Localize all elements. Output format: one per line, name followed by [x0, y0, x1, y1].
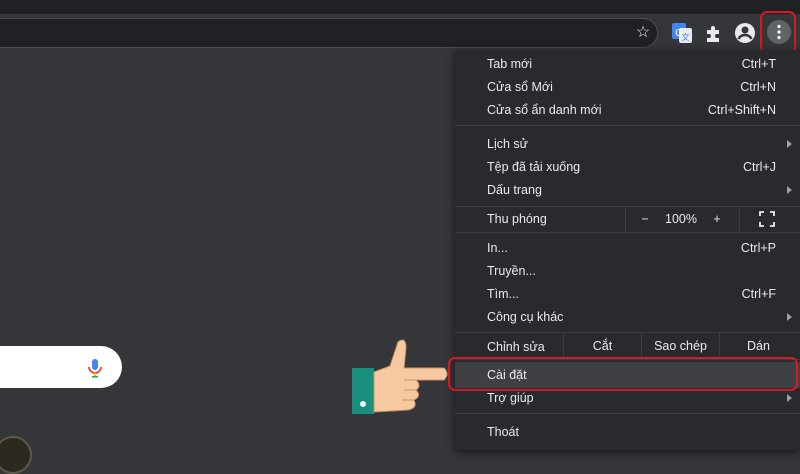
fullscreen-icon[interactable]: [759, 211, 775, 227]
zoom-label: Thu phóng: [487, 212, 547, 226]
submenu-arrow-icon: [787, 394, 792, 402]
edit-label: Chỉnh sửa: [487, 340, 545, 354]
profile-icon[interactable]: [734, 22, 756, 44]
menu-item-label: Trợ giúp: [487, 391, 534, 405]
zoom-divider: [739, 206, 740, 232]
menu-item-label: Cửa sổ Mới: [487, 80, 553, 94]
menu-item-new-tab[interactable]: Tab mới Ctrl+T: [455, 52, 800, 76]
menu-item-label: Công cụ khác: [487, 310, 564, 324]
menu-item-label: Lịch sử: [487, 137, 529, 151]
copy-button[interactable]: Sao chép: [642, 339, 719, 353]
menu-item-label: Truyền...: [487, 264, 536, 278]
submenu-arrow-icon: [787, 313, 792, 321]
menu-item-help[interactable]: Trợ giúp: [455, 386, 800, 410]
menu-item-new-window[interactable]: Cửa sổ Mới Ctrl+N: [455, 75, 800, 99]
menu-divider: [455, 413, 800, 414]
menu-item-shortcut: Ctrl+P: [740, 241, 776, 255]
zoom-out-button[interactable]: −: [635, 212, 655, 226]
menu-item-label: Tab mới: [487, 57, 533, 71]
menu-item-bookmarks[interactable]: Dấu trang: [455, 178, 800, 202]
avatar[interactable]: [0, 436, 32, 474]
submenu-arrow-icon: [787, 186, 792, 194]
translate-icon[interactable]: G 文: [671, 22, 693, 44]
menu-item-label: Cài đặt: [487, 368, 527, 382]
star-icon[interactable]: ☆: [634, 24, 652, 42]
menu-item-shortcut: Ctrl+J: [743, 160, 776, 174]
menu-item-shortcut: Ctrl+F: [741, 287, 776, 301]
menu-item-cast[interactable]: Truyền...: [455, 259, 800, 283]
window-top-strip: [0, 0, 800, 14]
mic-icon[interactable]: [86, 358, 104, 378]
cut-button[interactable]: Cắt: [564, 339, 641, 353]
menu-item-settings[interactable]: Cài đặt: [455, 362, 800, 388]
submenu-arrow-icon: [787, 140, 792, 148]
pointing-hand-icon: [352, 339, 448, 414]
menu-item-find[interactable]: Tìm... Ctrl+F: [455, 282, 800, 306]
zoom-in-button[interactable]: +: [707, 212, 727, 226]
chrome-main-menu: Tab mới Ctrl+T Cửa sổ Mới Ctrl+N Cửa sổ …: [455, 50, 800, 450]
menu-item-history[interactable]: Lịch sử: [455, 132, 800, 156]
menu-divider: [455, 359, 800, 360]
menu-item-label: Tìm...: [487, 287, 519, 301]
extensions-icon[interactable]: [703, 22, 725, 44]
more-vert-icon[interactable]: [766, 19, 792, 45]
address-bar[interactable]: [0, 18, 658, 48]
menu-divider: [455, 125, 800, 126]
menu-item-label: Cửa sổ ẩn danh mới: [487, 103, 602, 117]
menu-item-exit[interactable]: Thoát: [455, 420, 800, 444]
menu-item-print[interactable]: In... Ctrl+P: [455, 236, 800, 260]
menu-zoom-row: Thu phóng − 100% +: [455, 206, 800, 232]
menu-item-label: Tệp đã tải xuống: [487, 160, 581, 174]
menu-divider: [455, 232, 800, 233]
svg-text:文: 文: [682, 32, 690, 42]
menu-item-label: Dấu trang: [487, 183, 542, 197]
menu-item-shortcut: Ctrl+T: [741, 57, 776, 71]
menu-item-shortcut: Ctrl+N: [740, 80, 776, 94]
menu-item-downloads[interactable]: Tệp đã tải xuống Ctrl+J: [455, 155, 800, 179]
menu-item-new-incognito-window[interactable]: Cửa sổ ẩn danh mới Ctrl+Shift+N: [455, 98, 800, 122]
menu-item-shortcut: Ctrl+Shift+N: [707, 103, 776, 117]
menu-item-label: Thoát: [487, 425, 519, 439]
menu-item-more-tools[interactable]: Công cụ khác: [455, 305, 800, 329]
menu-edit-row: Chỉnh sửa Cắt Sao chép Dán: [455, 333, 800, 359]
menu-item-label: In...: [487, 241, 508, 255]
zoom-divider: [625, 206, 626, 232]
paste-button[interactable]: Dán: [720, 339, 797, 353]
zoom-value: 100%: [665, 212, 697, 226]
